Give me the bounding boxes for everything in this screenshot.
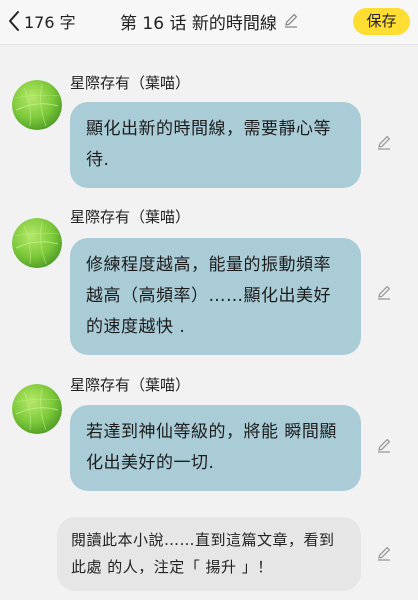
- save-button[interactable]: 保存: [353, 8, 410, 35]
- message-bubble[interactable]: 顯化出新的時間線，需要靜心等待.: [70, 102, 361, 188]
- pencil-icon[interactable]: [376, 284, 392, 300]
- chat-story-editor: 176 字 第 16 话 新的時間線 保存 星際存有（葉喵） 顯化出新的時間線，…: [0, 0, 418, 600]
- word-count: 176 字: [24, 13, 76, 32]
- avatar[interactable]: [12, 384, 62, 434]
- page-title: 第 16 话 新的時間線: [120, 14, 277, 34]
- narration-bubble[interactable]: 閱讀此本小說……直到這篇文章，看到 此處 的人，注定「 揚升 」！: [57, 517, 361, 591]
- top-bar: 176 字 第 16 话 新的時間線 保存: [0, 0, 418, 45]
- avatar[interactable]: [12, 80, 62, 130]
- avatar[interactable]: [12, 218, 62, 268]
- sender-name: 星際存有（葉喵）: [70, 208, 191, 226]
- message-bubble[interactable]: 修練程度越高，能量的振動頻率越高（高頻率）……顯化出美好 的速度越快 .: [70, 238, 361, 355]
- pencil-icon[interactable]: [283, 12, 299, 32]
- chevron-left-icon: [8, 10, 20, 32]
- green-leaf-avatar: [12, 218, 62, 268]
- pencil-icon[interactable]: [376, 134, 392, 150]
- back-button[interactable]: 176 字: [8, 8, 76, 34]
- message-bubble[interactable]: 若達到神仙等級的，將能 瞬間顯化出美好的一切.: [70, 405, 361, 491]
- title-area[interactable]: 第 16 话 新的時間線: [120, 9, 299, 34]
- pencil-icon[interactable]: [376, 437, 392, 453]
- sender-name: 星際存有（葉喵）: [70, 376, 191, 394]
- pencil-icon[interactable]: [376, 545, 392, 561]
- sender-name: 星際存有（葉喵）: [70, 74, 191, 92]
- green-leaf-avatar: [12, 80, 62, 130]
- green-leaf-avatar: [12, 384, 62, 434]
